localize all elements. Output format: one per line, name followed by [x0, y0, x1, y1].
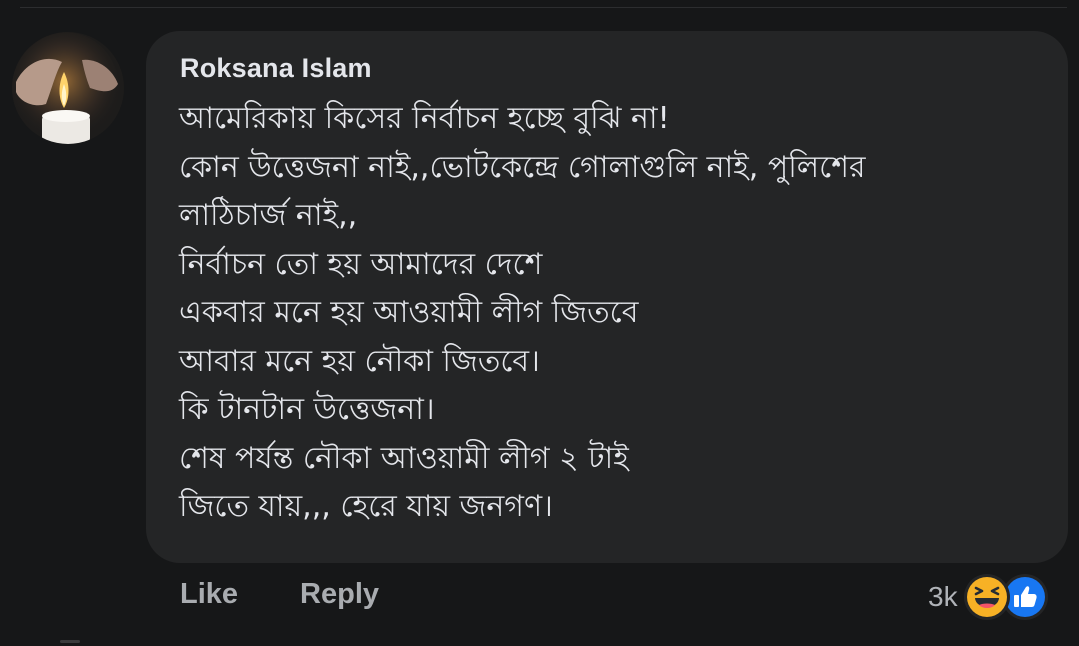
comment-bubble: Roksana Islam আমেরিকায় কিসের নির্বাচন হ…	[146, 31, 1068, 563]
comment-line: শেষ পর্যন্ত নৌকা আওয়ামী লীগ ২ টাই	[179, 440, 629, 476]
reaction-count[interactable]: 3k	[928, 581, 958, 613]
scroll-indicator	[60, 640, 80, 643]
haha-icon	[963, 574, 1010, 620]
comment-line: আবার মনে হয় নৌকা জিতবে।	[179, 343, 540, 379]
comment-line: জিতে যায়,,, হেরে যায় জনগণ।	[179, 489, 553, 524]
comment-actions: Like Reply	[180, 578, 379, 611]
reply-button[interactable]: Reply	[300, 578, 379, 611]
comment-line: একবার মনে হয় আওয়ামী লীগ জিতবে	[179, 295, 639, 330]
comment-line: নির্বাচন তো হয় আমাদের দেশে	[179, 246, 543, 282]
comment-text: আমেরিকায় কিসের নির্বাচন হচ্ছে বুঝি না! …	[179, 95, 1049, 532]
like-button[interactable]: Like	[180, 578, 238, 611]
reaction-icons[interactable]	[963, 574, 1054, 620]
comment-line: কোন উত্তেজনা নাই,,ভোটকেন্দ্রে গোলাগুলি ন…	[179, 149, 866, 185]
avatar[interactable]	[12, 32, 124, 144]
comment-line: কি টানটান উত্তেজনা।	[179, 392, 435, 427]
comment-line: আমেরিকায় কিসের নির্বাচন হচ্ছে বুঝি না!	[179, 101, 670, 136]
candle-photo-icon	[12, 32, 124, 144]
comment-author[interactable]: Roksana Islam	[180, 53, 372, 84]
divider	[20, 7, 1067, 8]
comment-line: লাঠিচার্জ নাই,,	[179, 198, 358, 233]
comment-view: Roksana Islam আমেরিকায় কিসের নির্বাচন হ…	[0, 0, 1079, 646]
reaction-summary[interactable]: 3k	[928, 574, 1054, 620]
